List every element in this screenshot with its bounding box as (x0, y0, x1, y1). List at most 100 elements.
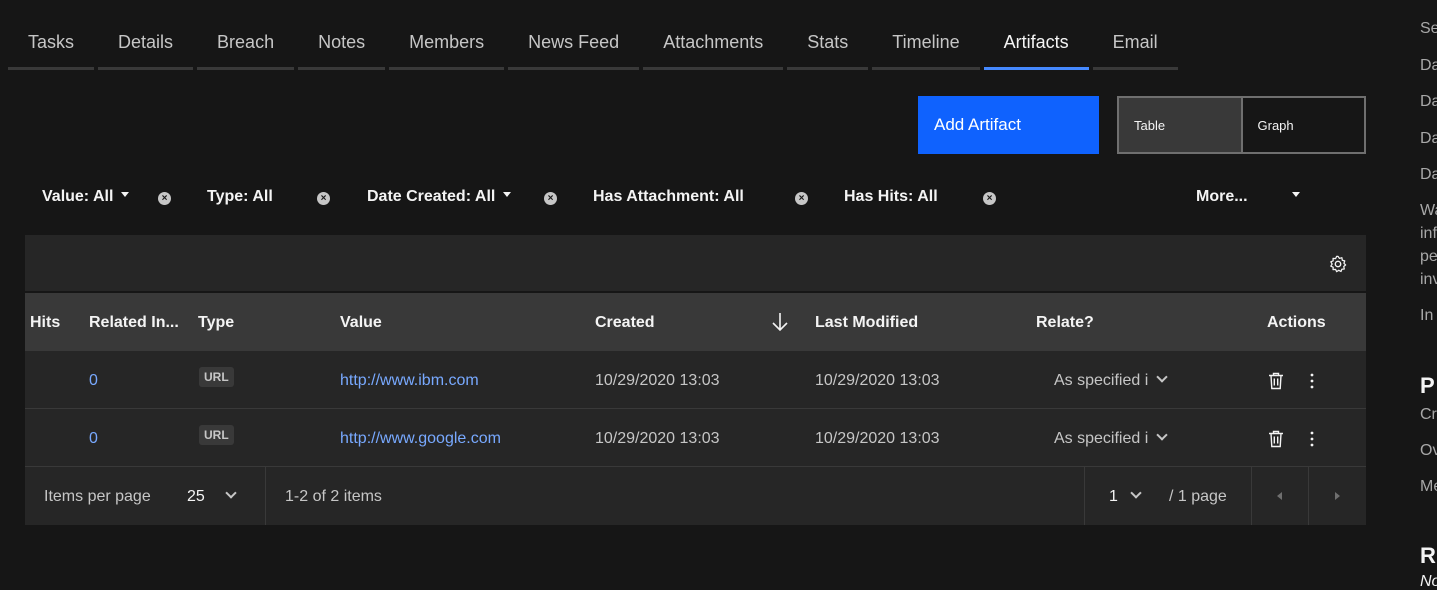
settings-gear-icon[interactable] (1329, 255, 1347, 273)
related-incidents-link[interactable]: 0 (89, 430, 98, 448)
filter-bar: Value: All × Type: All × Date Created: A… (0, 188, 1366, 216)
trash-icon[interactable] (1268, 430, 1284, 448)
divider (1251, 467, 1252, 525)
artifacts-table: Hits Related In... Type Value Created La… (25, 235, 1366, 525)
chevron-down-icon (225, 487, 237, 499)
last-modified-date: 10/29/2020 13:03 (815, 430, 940, 447)
col-related-incidents[interactable]: Related In... (89, 314, 179, 332)
tab-members[interactable]: Members (389, 22, 505, 70)
clear-filter-has-hits-icon[interactable]: × (983, 192, 996, 205)
filter-type-label: Type: All (207, 188, 273, 205)
tab-news-feed[interactable]: News Feed (508, 22, 640, 70)
type-tag: URL (199, 367, 234, 387)
incident-side-panel: Se Da Da Da Da Wa inf pe inv In P Cr Ov … (1420, 0, 1437, 590)
filter-value-label: Value: All (42, 188, 114, 205)
filter-has-hits-label: Has Hits: All (844, 188, 938, 205)
table-row: 0 URL http://www.ibm.com 10/29/2020 13:0… (25, 351, 1366, 409)
tab-details[interactable]: Details (98, 22, 194, 70)
tab-breach[interactable]: Breach (197, 22, 295, 70)
tab-email[interactable]: Email (1092, 22, 1178, 70)
caret-down-icon (503, 192, 512, 198)
next-page-icon[interactable] (1335, 492, 1340, 500)
side-text: Se (1420, 20, 1437, 37)
side-text: Ov (1420, 442, 1437, 459)
last-modified-date: 10/29/2020 13:03 (815, 372, 940, 389)
artifact-value-link[interactable]: http://www.ibm.com (340, 372, 479, 390)
more-filters-label: More... (1196, 188, 1248, 205)
side-text: Da (1420, 57, 1437, 74)
overflow-menu-icon[interactable] (1309, 431, 1315, 447)
view-switcher: Table Graph (1117, 96, 1366, 154)
related-incidents-link[interactable]: 0 (89, 372, 98, 390)
filter-date-created-dropdown[interactable]: Date Created: All (367, 188, 512, 206)
chevron-down-icon (1156, 371, 1168, 383)
clear-filter-date-created-icon[interactable]: × (544, 192, 557, 205)
filter-value-dropdown[interactable]: Value: All (42, 188, 130, 206)
side-text: Me (1420, 478, 1437, 495)
relate-dropdown[interactable]: As specified i (1054, 371, 1168, 390)
page-value: 1 (1109, 488, 1118, 505)
overflow-menu-icon[interactable] (1309, 373, 1315, 389)
col-value[interactable]: Value (340, 314, 382, 332)
side-text: Cr (1420, 406, 1437, 423)
created-date: 10/29/2020 13:03 (595, 430, 720, 447)
col-hits[interactable]: Hits (30, 314, 60, 332)
caret-down-icon (121, 192, 130, 198)
col-type[interactable]: Type (198, 314, 234, 332)
side-text: In (1420, 307, 1434, 324)
divider (1084, 467, 1085, 525)
side-text: inv (1420, 271, 1437, 288)
filter-has-attachment-label: Has Attachment: All (593, 188, 744, 205)
more-filters-dropdown[interactable]: More... (1196, 188, 1300, 206)
view-table-button[interactable]: Table (1119, 98, 1243, 152)
tab-timeline[interactable]: Timeline (872, 22, 980, 70)
relate-value: As specified i (1054, 430, 1149, 447)
type-tag: URL (199, 425, 234, 445)
side-text: Da (1420, 93, 1437, 110)
side-text: No (1420, 573, 1437, 590)
item-range: 1-2 of 2 items (285, 488, 382, 505)
caret-down-icon (1291, 192, 1300, 198)
col-created[interactable]: Created (595, 314, 655, 332)
trash-icon[interactable] (1268, 372, 1284, 390)
items-per-page-label: Items per page (44, 488, 151, 505)
items-per-page-select[interactable]: 25 (187, 487, 237, 506)
filter-has-hits-dropdown[interactable]: Has Hits: All (844, 188, 938, 206)
tab-artifacts[interactable]: Artifacts (983, 22, 1089, 70)
artifact-value-link[interactable]: http://www.google.com (340, 430, 501, 448)
side-text: Wa (1420, 202, 1437, 219)
col-relate[interactable]: Relate? (1036, 314, 1094, 332)
prev-page-icon[interactable] (1277, 492, 1282, 500)
tab-attachments[interactable]: Attachments (643, 22, 784, 70)
tab-bar: Tasks Details Breach Notes Members News … (8, 22, 1182, 70)
relate-dropdown[interactable]: As specified i (1054, 429, 1168, 448)
side-text: Da (1420, 166, 1437, 183)
side-text: inf (1420, 225, 1437, 242)
tab-stats[interactable]: Stats (787, 22, 869, 70)
page-select[interactable]: 1 (1109, 487, 1142, 506)
table-row: 0 URL http://www.google.com 10/29/2020 1… (25, 409, 1366, 467)
filter-date-created-label: Date Created: All (367, 188, 496, 205)
clear-filter-value-icon[interactable]: × (158, 192, 171, 205)
col-actions: Actions (1267, 314, 1326, 331)
add-artifact-button[interactable]: Add Artifact (918, 96, 1099, 154)
view-graph-button[interactable]: Graph (1243, 98, 1365, 152)
relate-value: As specified i (1054, 372, 1149, 389)
created-date: 10/29/2020 13:03 (595, 372, 720, 389)
clear-filter-type-icon[interactable]: × (317, 192, 330, 205)
clear-filter-has-attachment-icon[interactable]: × (795, 192, 808, 205)
side-text: pe (1420, 248, 1437, 265)
page-total: / 1 page (1169, 488, 1227, 505)
divider (265, 467, 266, 525)
tab-notes[interactable]: Notes (298, 22, 386, 70)
pagination-bar: Items per page 25 1-2 of 2 items 1 / 1 p… (25, 467, 1366, 525)
side-heading: R (1420, 543, 1436, 568)
sort-descending-icon[interactable] (771, 311, 789, 333)
chevron-down-icon (1130, 487, 1142, 499)
filter-has-attachment-dropdown[interactable]: Has Attachment: All (593, 188, 744, 206)
tab-tasks[interactable]: Tasks (8, 22, 95, 70)
items-per-page-value: 25 (187, 488, 205, 505)
col-last-modified[interactable]: Last Modified (815, 314, 918, 332)
filter-type-dropdown[interactable]: Type: All (207, 188, 273, 206)
side-text: Da (1420, 130, 1437, 147)
